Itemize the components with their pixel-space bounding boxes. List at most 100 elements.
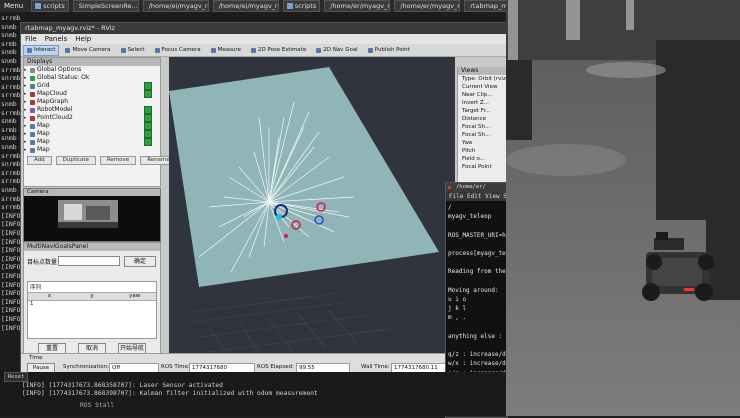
3d-viewport[interactable] — [169, 57, 455, 360]
tool-icon — [316, 47, 322, 53]
tool-button[interactable]: 2D Pose Estimate — [247, 45, 310, 56]
teleop-title-bar: /home/er/ — [446, 183, 507, 192]
goal-table-body: 1 — [28, 301, 156, 308]
display-type-icon — [30, 115, 35, 121]
display-enabled-checkbox[interactable] — [144, 138, 152, 146]
goal-confirm-button[interactable]: 确定 — [124, 256, 156, 267]
display-item-label: MapCloud — [37, 90, 67, 97]
terminal-line: [INFO — [1, 229, 21, 237]
teleop-line: myagv_teleop — [448, 213, 492, 221]
log-line: [INFO] [1774317673.868398707]: Kalman fi… — [22, 390, 318, 397]
goal-table-title: 序列 — [30, 285, 42, 291]
display-type-icon — [30, 67, 35, 73]
menu-item[interactable]: Panels — [45, 35, 68, 43]
menu-item[interactable]: File — [25, 35, 37, 43]
tool-button[interactable]: Interact — [23, 44, 60, 56]
teleop-line: / — [448, 204, 452, 211]
tool-icon — [250, 47, 256, 53]
display-item[interactable]: ▸ MapGraph — [24, 98, 160, 106]
display-enabled-checkbox[interactable] — [144, 106, 152, 114]
tool-label: 2D Nav Goal — [323, 46, 358, 53]
tool-button[interactable]: Move Camera — [61, 45, 114, 56]
display-item[interactable]: ▸ Map — [24, 138, 160, 146]
taskbar-task-list: scripts SimpleScreenRe... /home/ei/myagv_r… — [27, 0, 531, 12]
displays-header: Displays — [24, 58, 160, 66]
terminal-line: srrmb — [1, 194, 21, 203]
menu-item[interactable]: Help — [75, 35, 91, 43]
goal-count-label: 目标点数量 — [27, 259, 58, 266]
teleop-line: Moving around: — [448, 286, 499, 294]
terminal-line: [INFO — [1, 297, 21, 306]
terminal-line: snmb — [1, 31, 17, 40]
start-menu-button[interactable]: Menu — [0, 2, 27, 10]
view-type-label: Type: — [462, 76, 477, 82]
display-item[interactable]: ▸ Map — [24, 146, 160, 154]
displays-action-button[interactable]: Duplicate — [55, 156, 96, 165]
terminal-line: snmb — [1, 57, 17, 65]
taskbar-task[interactable]: /home/ei/myagv_ros... — [212, 0, 279, 12]
tool-button[interactable]: Select — [117, 45, 149, 56]
view-type-value: Orbit (rviz) — [478, 76, 508, 82]
tool-button[interactable]: Focus Camera — [151, 45, 205, 56]
tool-button[interactable]: Measure — [207, 45, 245, 56]
close-icon[interactable] — [448, 186, 451, 189]
tool-label: Select — [127, 46, 145, 53]
displays-action-button[interactable]: Add — [27, 156, 52, 165]
taskbar-task-label: /home/ei/myagv_ros... — [148, 2, 208, 10]
terminal-line: [INFO — [1, 237, 21, 246]
display-enabled-checkbox[interactable] — [144, 130, 152, 138]
terminal-line: [INFO — [1, 306, 21, 315]
displays-button-row: Add Duplicate Remove Rename — [24, 154, 177, 167]
display-item[interactable]: ▸ Map — [24, 122, 160, 130]
goal-count-input[interactable] — [58, 256, 120, 266]
display-item[interactable]: ▸ Global Options — [24, 66, 160, 74]
display-item[interactable]: ▸ RobotModel — [24, 106, 160, 114]
display-type-icon — [30, 91, 35, 97]
taskbar-task-label: SimpleScreenRe... — [78, 2, 138, 10]
goal-table-row[interactable]: 1 — [28, 301, 156, 308]
reset-button[interactable]: Reset — [4, 372, 28, 382]
terminal-line: [INFO — [1, 220, 21, 229]
display-enabled-checkbox[interactable] — [144, 82, 152, 90]
display-enabled-checkbox[interactable] — [144, 122, 152, 130]
terminal-line: [INFO — [1, 211, 21, 220]
taskbar-task[interactable]: /home/ei/myagv_ros... — [142, 0, 209, 12]
tool-label: Measure — [217, 46, 241, 53]
time-header: Time — [29, 355, 43, 361]
display-item[interactable]: ▸ Map — [24, 130, 160, 138]
display-item[interactable]: ▸ Grid — [24, 82, 160, 90]
display-item-label: Map — [37, 130, 50, 137]
display-type-icon — [30, 131, 35, 137]
terminal-line: [INFO — [1, 315, 21, 323]
display-enabled-checkbox[interactable] — [144, 114, 152, 122]
taskbar-task-label: /home/er/myagv_ros... — [330, 2, 390, 10]
display-item-label: PointCloud2 — [37, 114, 73, 121]
tool-button[interactable]: 2D Nav Goal — [312, 45, 362, 56]
display-type-icon — [30, 139, 35, 145]
terminal-line: srrmb — [1, 108, 21, 117]
taskbar-task[interactable]: scripts — [282, 0, 321, 12]
goal-table-header: x y yaw — [28, 292, 156, 301]
display-item-label: RobotModel — [37, 106, 73, 113]
terminal-line: srrmb — [1, 14, 21, 22]
displays-action-button[interactable]: Remove — [99, 156, 137, 165]
tool-icon — [210, 47, 216, 53]
taskbar-task[interactable]: scripts — [31, 0, 69, 12]
rviz-toolbar: Interact Move Camera Select Focus Camera Mea… — [21, 44, 509, 57]
ros-time-label: ROS Time: — [161, 364, 190, 370]
display-item[interactable]: ▸ PointCloud2 — [24, 114, 160, 122]
display-item[interactable]: ▸ MapCloud — [24, 90, 160, 98]
tool-label: 2D Pose Estimate — [257, 46, 307, 53]
taskbar-task[interactable]: /home/er/myagv_ros... — [324, 0, 391, 12]
goal-table-column-header: y — [90, 293, 94, 299]
tool-button[interactable]: Publish Point — [364, 45, 414, 56]
camera-image — [24, 196, 160, 241]
display-enabled-checkbox[interactable] — [144, 90, 152, 98]
display-item[interactable]: ▸ Global Status: Ok — [24, 74, 160, 82]
teleop-line: process[myagv_te — [448, 250, 506, 257]
taskbar-task[interactable]: SimpleScreenRe... — [72, 0, 139, 12]
rviz-window: rtabmap_myagv.rviz* - RViz File Panels Hel… — [20, 22, 528, 374]
terminal-line: snmb — [1, 134, 17, 143]
terminal-line: srrmb — [1, 151, 21, 160]
taskbar-task[interactable]: /home/er/myagv_ros... — [394, 0, 461, 12]
